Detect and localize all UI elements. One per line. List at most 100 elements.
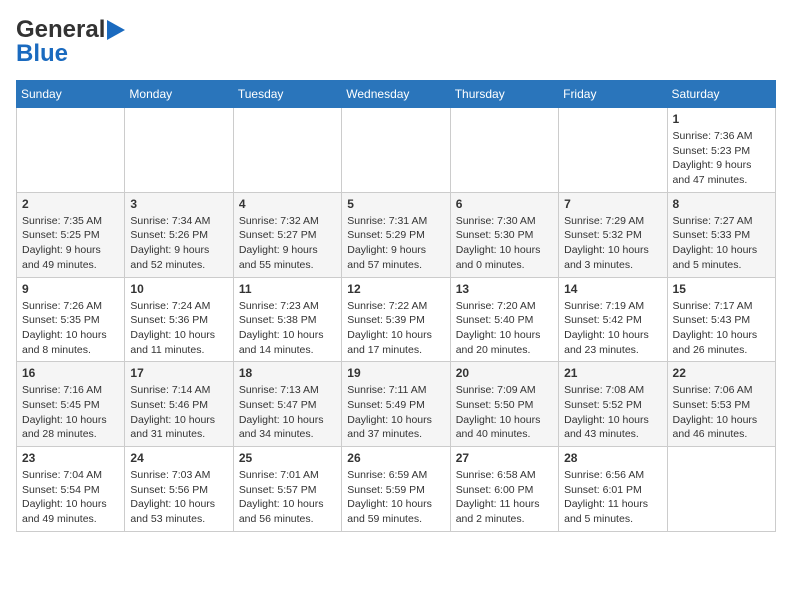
calendar-cell: [342, 108, 450, 193]
calendar-cell: 8 Sunrise: 7:27 AMSunset: 5:33 PMDaylight…: [667, 192, 775, 277]
calendar-table: SundayMondayTuesdayWednesdayThursdayFrid…: [16, 80, 776, 532]
day-info: Sunrise: 6:56 AMSunset: 6:01 PMDaylight:…: [564, 468, 661, 527]
day-number: 3: [130, 197, 227, 211]
day-info: Sunrise: 7:35 AMSunset: 5:25 PMDaylight:…: [22, 214, 119, 273]
day-number: 18: [239, 366, 336, 380]
page-header: General Blue: [16, 16, 776, 68]
calendar-cell: 11 Sunrise: 7:23 AMSunset: 5:38 PMDayligh…: [233, 277, 341, 362]
day-info: Sunrise: 7:04 AMSunset: 5:54 PMDaylight:…: [22, 468, 119, 527]
calendar-cell: 13Sunrise: 7:20 AMSunset: 5:40 PMDayligh…: [450, 277, 558, 362]
day-number: 8: [673, 197, 770, 211]
col-header-wednesday: Wednesday: [342, 81, 450, 108]
col-header-friday: Friday: [559, 81, 667, 108]
day-info: Sunrise: 7:08 AMSunset: 5:52 PMDaylight:…: [564, 383, 661, 442]
day-number: 11: [239, 282, 336, 296]
calendar-cell: 7 Sunrise: 7:29 AMSunset: 5:32 PMDaylight…: [559, 192, 667, 277]
calendar-cell: 9 Sunrise: 7:26 AMSunset: 5:35 PMDaylight…: [17, 277, 125, 362]
calendar-cell: 10Sunrise: 7:24 AMSunset: 5:36 PMDayligh…: [125, 277, 233, 362]
calendar-cell: 18 Sunrise: 7:13 AMSunset: 5:47 PMDayligh…: [233, 362, 341, 447]
calendar-cell: 3 Sunrise: 7:34 AMSunset: 5:26 PMDaylight…: [125, 192, 233, 277]
calendar-cell: 25 Sunrise: 7:01 AMSunset: 5:57 PMDayligh…: [233, 447, 341, 532]
day-number: 28: [564, 451, 661, 465]
day-number: 20: [456, 366, 553, 380]
day-info: Sunrise: 7:09 AMSunset: 5:50 PMDaylight:…: [456, 383, 553, 442]
calendar-cell: 2 Sunrise: 7:35 AMSunset: 5:25 PMDaylight…: [17, 192, 125, 277]
col-header-thursday: Thursday: [450, 81, 558, 108]
col-header-sunday: Sunday: [17, 81, 125, 108]
calendar-cell: [450, 108, 558, 193]
day-number: 15: [673, 282, 770, 296]
calendar-cell: 22Sunrise: 7:06 AMSunset: 5:53 PMDayligh…: [667, 362, 775, 447]
day-info: Sunrise: 7:20 AMSunset: 5:40 PMDaylight:…: [456, 299, 553, 358]
day-number: 27: [456, 451, 553, 465]
day-info: Sunrise: 7:01 AMSunset: 5:57 PMDaylight:…: [239, 468, 336, 527]
day-info: Sunrise: 7:13 AMSunset: 5:47 PMDaylight:…: [239, 383, 336, 442]
day-info: Sunrise: 6:58 AMSunset: 6:00 PMDaylight:…: [456, 468, 553, 527]
logo-arrow-icon: [107, 20, 125, 40]
day-info: Sunrise: 7:29 AMSunset: 5:32 PMDaylight:…: [564, 214, 661, 273]
day-number: 2: [22, 197, 119, 211]
calendar-cell: 5 Sunrise: 7:31 AMSunset: 5:29 PMDaylight…: [342, 192, 450, 277]
day-number: 23: [22, 451, 119, 465]
week-row-5: 23 Sunrise: 7:04 AMSunset: 5:54 PMDayligh…: [17, 447, 776, 532]
calendar-cell: 17 Sunrise: 7:14 AMSunset: 5:46 PMDayligh…: [125, 362, 233, 447]
calendar-cell: 1 Sunrise: 7:36 AMSunset: 5:23 PMDaylight…: [667, 108, 775, 193]
calendar-cell: 15Sunrise: 7:17 AMSunset: 5:43 PMDayligh…: [667, 277, 775, 362]
day-number: 14: [564, 282, 661, 296]
day-number: 16: [22, 366, 119, 380]
day-number: 19: [347, 366, 444, 380]
col-header-saturday: Saturday: [667, 81, 775, 108]
calendar-cell: 12 Sunrise: 7:22 AMSunset: 5:39 PMDayligh…: [342, 277, 450, 362]
week-row-3: 9 Sunrise: 7:26 AMSunset: 5:35 PMDaylight…: [17, 277, 776, 362]
calendar-cell: [125, 108, 233, 193]
day-info: Sunrise: 7:36 AMSunset: 5:23 PMDaylight:…: [673, 129, 770, 188]
day-info: Sunrise: 7:27 AMSunset: 5:33 PMDaylight:…: [673, 214, 770, 273]
day-info: Sunrise: 7:11 AMSunset: 5:49 PMDaylight:…: [347, 383, 444, 442]
day-number: 5: [347, 197, 444, 211]
calendar-cell: 27 Sunrise: 6:58 AMSunset: 6:00 PMDayligh…: [450, 447, 558, 532]
day-info: Sunrise: 7:16 AMSunset: 5:45 PMDaylight:…: [22, 383, 119, 442]
day-info: Sunrise: 7:34 AMSunset: 5:26 PMDaylight:…: [130, 214, 227, 273]
week-row-1: 1 Sunrise: 7:36 AMSunset: 5:23 PMDaylight…: [17, 108, 776, 193]
day-number: 10: [130, 282, 227, 296]
day-info: Sunrise: 7:22 AMSunset: 5:39 PMDaylight:…: [347, 299, 444, 358]
col-header-tuesday: Tuesday: [233, 81, 341, 108]
calendar-cell: 16 Sunrise: 7:16 AMSunset: 5:45 PMDayligh…: [17, 362, 125, 447]
day-info: Sunrise: 7:31 AMSunset: 5:29 PMDaylight:…: [347, 214, 444, 273]
day-info: Sunrise: 7:14 AMSunset: 5:46 PMDaylight:…: [130, 383, 227, 442]
day-info: Sunrise: 7:30 AMSunset: 5:30 PMDaylight:…: [456, 214, 553, 273]
day-number: 7: [564, 197, 661, 211]
calendar-header: SundayMondayTuesdayWednesdayThursdayFrid…: [17, 81, 776, 108]
day-number: 26: [347, 451, 444, 465]
calendar-cell: 6Sunrise: 7:30 AMSunset: 5:30 PMDaylight…: [450, 192, 558, 277]
day-number: 24: [130, 451, 227, 465]
day-info: Sunrise: 7:03 AMSunset: 5:56 PMDaylight:…: [130, 468, 227, 527]
calendar-cell: 20 Sunrise: 7:09 AMSunset: 5:50 PMDayligh…: [450, 362, 558, 447]
calendar-cell: [233, 108, 341, 193]
day-info: Sunrise: 6:59 AMSunset: 5:59 PMDaylight:…: [347, 468, 444, 527]
calendar-cell: [667, 447, 775, 532]
day-info: Sunrise: 7:06 AMSunset: 5:53 PMDaylight:…: [673, 383, 770, 442]
col-header-monday: Monday: [125, 81, 233, 108]
week-row-4: 16 Sunrise: 7:16 AMSunset: 5:45 PMDayligh…: [17, 362, 776, 447]
day-info: Sunrise: 7:19 AMSunset: 5:42 PMDaylight:…: [564, 299, 661, 358]
calendar-cell: [559, 108, 667, 193]
week-row-2: 2 Sunrise: 7:35 AMSunset: 5:25 PMDaylight…: [17, 192, 776, 277]
day-number: 17: [130, 366, 227, 380]
day-info: Sunrise: 7:23 AMSunset: 5:38 PMDaylight:…: [239, 299, 336, 358]
day-info: Sunrise: 7:32 AMSunset: 5:27 PMDaylight:…: [239, 214, 336, 273]
day-number: 21: [564, 366, 661, 380]
day-info: Sunrise: 7:26 AMSunset: 5:35 PMDaylight:…: [22, 299, 119, 358]
calendar-cell: 4 Sunrise: 7:32 AMSunset: 5:27 PMDaylight…: [233, 192, 341, 277]
day-number: 1: [673, 112, 770, 126]
calendar-cell: 14 Sunrise: 7:19 AMSunset: 5:42 PMDayligh…: [559, 277, 667, 362]
calendar-cell: 26 Sunrise: 6:59 AMSunset: 5:59 PMDayligh…: [342, 447, 450, 532]
day-number: 9: [22, 282, 119, 296]
calendar-cell: [17, 108, 125, 193]
logo-blue: Blue: [16, 40, 68, 68]
calendar-cell: 19 Sunrise: 7:11 AMSunset: 5:49 PMDayligh…: [342, 362, 450, 447]
logo: General Blue: [16, 16, 125, 68]
day-number: 12: [347, 282, 444, 296]
day-number: 25: [239, 451, 336, 465]
day-number: 4: [239, 197, 336, 211]
